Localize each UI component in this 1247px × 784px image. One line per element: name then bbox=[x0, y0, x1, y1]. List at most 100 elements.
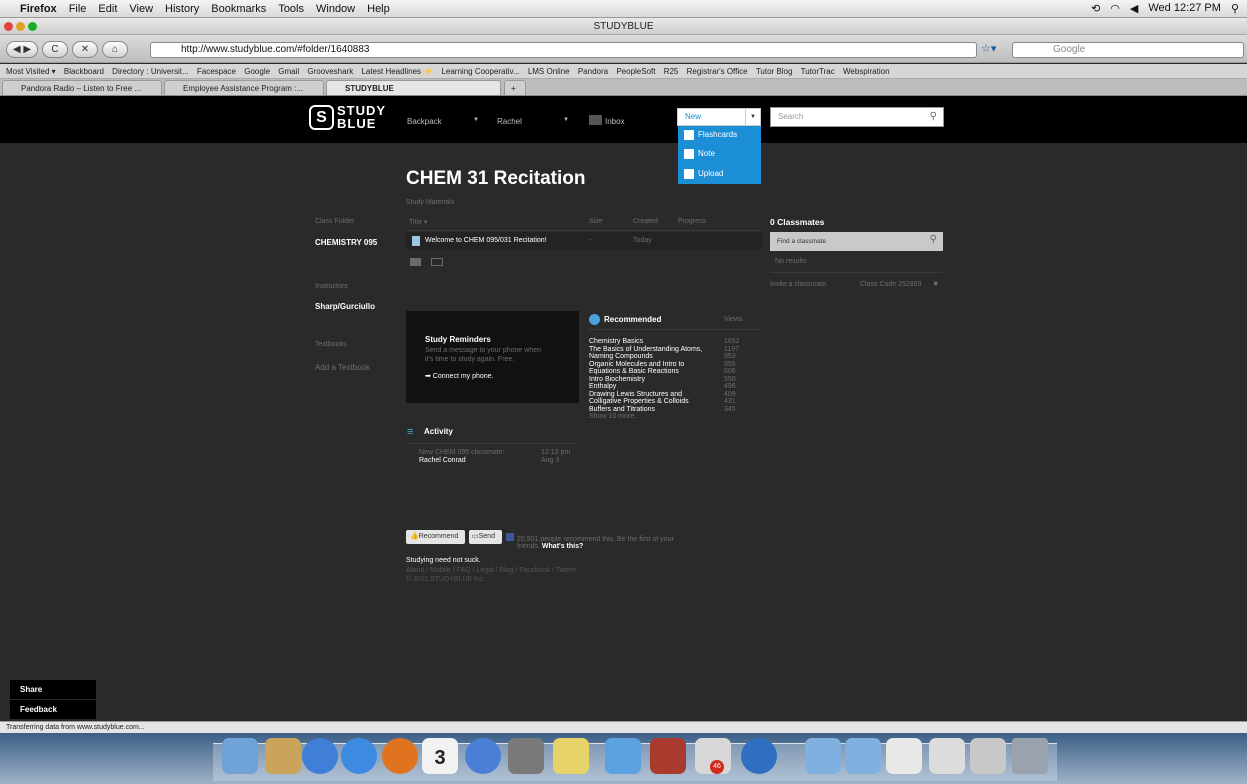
applications-folder-icon[interactable] bbox=[805, 738, 841, 774]
reload-button[interactable]: C bbox=[42, 41, 68, 58]
downloads-stack-icon[interactable] bbox=[970, 738, 1006, 774]
column-size[interactable]: Size bbox=[589, 218, 603, 225]
volume-icon[interactable]: ◀ bbox=[1130, 2, 1138, 15]
document-stack-icon[interactable] bbox=[886, 738, 922, 774]
bookmark-item[interactable]: R25 bbox=[664, 67, 679, 76]
ical-icon[interactable]: 46 bbox=[695, 738, 731, 774]
chevron-down-icon[interactable]: ▼ bbox=[563, 117, 569, 123]
connect-phone-link[interactable]: ➡ Connect my phone. bbox=[425, 372, 494, 380]
home-button[interactable]: ⌂ bbox=[102, 41, 128, 58]
search-icon[interactable]: ⚲ bbox=[930, 234, 937, 245]
minimize-window-icon[interactable] bbox=[16, 22, 25, 31]
bookmark-item[interactable]: Tutor Blog bbox=[756, 67, 793, 76]
menu-file[interactable]: File bbox=[69, 3, 87, 15]
new-tab-button[interactable]: + bbox=[504, 80, 526, 95]
menu-window[interactable]: Window bbox=[316, 3, 355, 15]
menu-history[interactable]: History bbox=[165, 3, 199, 15]
nav-backpack[interactable]: Backpack bbox=[407, 117, 442, 126]
tab-pandora[interactable]: Pandora Radio – Listen to Free ... bbox=[2, 80, 162, 95]
whats-this-link[interactable]: What's this? bbox=[542, 543, 583, 550]
table-row[interactable]: Welcome to CHEM 095/031 Recitation! - To… bbox=[406, 232, 762, 250]
column-progress[interactable]: Progress bbox=[678, 218, 706, 225]
find-classmate-input[interactable]: Find a classmate ⚲ bbox=[770, 232, 943, 251]
tab-employee-assistance[interactable]: Employee Assistance Program :... bbox=[164, 80, 324, 95]
list-item[interactable]: Organic Molecules and Intro to bbox=[589, 361, 739, 369]
bookmark-item[interactable]: Directory : Universit... bbox=[112, 67, 188, 76]
menu-view[interactable]: View bbox=[129, 3, 153, 15]
safari-icon[interactable] bbox=[341, 738, 377, 774]
feedback-tab[interactable]: Feedback bbox=[10, 700, 96, 719]
list-item[interactable]: Naming Compounds bbox=[589, 353, 739, 361]
bookmark-item[interactable]: Webspiration bbox=[843, 67, 890, 76]
bookmark-item[interactable]: Registrar's Office bbox=[687, 67, 748, 76]
close-window-icon[interactable] bbox=[4, 22, 13, 31]
new-upload-item[interactable]: Upload bbox=[684, 166, 723, 182]
screenshot-stack-icon[interactable] bbox=[929, 738, 965, 774]
add-folder-icon[interactable] bbox=[410, 258, 421, 266]
chevron-down-icon[interactable]: ▼ bbox=[473, 117, 479, 123]
activity-user-link[interactable]: Rachel Conrad bbox=[419, 457, 466, 464]
footer-links[interactable]: About / Mobile / FAQ / Legal / Blog / Fa… bbox=[406, 567, 576, 574]
zoom-window-icon[interactable] bbox=[28, 22, 37, 31]
word-icon[interactable] bbox=[605, 738, 641, 774]
list-item[interactable]: The Basics of Understanding Atoms, bbox=[589, 346, 739, 354]
bookmark-item[interactable]: TutorTrac bbox=[801, 67, 835, 76]
spotlight-icon[interactable]: ⚲ bbox=[1231, 2, 1239, 15]
stickies-icon[interactable] bbox=[553, 738, 589, 774]
tab-studyblue[interactable]: STUDYBLUE bbox=[326, 80, 501, 95]
bookmark-star-icon[interactable]: ☆▾ bbox=[981, 42, 996, 55]
studyblue-logo[interactable]: S STUDY BLUE bbox=[309, 104, 389, 132]
bookmark-item[interactable]: LMS Online bbox=[528, 67, 570, 76]
site-search-input[interactable]: Search ⚲ bbox=[770, 107, 944, 127]
add-flashcards-icon[interactable] bbox=[431, 258, 443, 266]
bookmark-item[interactable]: Grooveshark bbox=[307, 67, 353, 76]
search-icon[interactable]: ⚲ bbox=[930, 108, 937, 126]
menu-edit[interactable]: Edit bbox=[98, 3, 117, 15]
bookmark-item[interactable]: Google bbox=[244, 67, 270, 76]
bookmark-item[interactable]: PeopleSoft bbox=[616, 67, 655, 76]
menu-app-name[interactable]: Firefox bbox=[20, 3, 57, 15]
preview-icon[interactable] bbox=[508, 738, 544, 774]
menubar-clock[interactable]: Wed 12:27 PM bbox=[1148, 2, 1221, 15]
stop-button[interactable]: ✕ bbox=[72, 41, 98, 58]
itunes-icon[interactable] bbox=[465, 738, 501, 774]
firefox-icon[interactable] bbox=[382, 738, 418, 774]
ichat-icon[interactable] bbox=[302, 738, 338, 774]
lightbulb-icon[interactable]: ● bbox=[933, 278, 938, 288]
menu-bookmarks[interactable]: Bookmarks bbox=[211, 3, 266, 15]
list-item[interactable]: Intro Biochemistry bbox=[589, 376, 739, 384]
address-book-icon[interactable] bbox=[265, 738, 301, 774]
column-title[interactable]: Title ▾ bbox=[409, 218, 427, 226]
new-note-item[interactable]: Note bbox=[684, 146, 715, 162]
browser-search-input[interactable]: Google bbox=[1012, 42, 1244, 58]
file-title[interactable]: Welcome to CHEM 095/031 Recitation! bbox=[425, 237, 547, 244]
bookmark-item[interactable]: Latest Headlines ⚡ bbox=[361, 67, 433, 76]
list-item[interactable]: Enthalpy bbox=[589, 383, 739, 391]
send-button[interactable]: ▭Send bbox=[469, 530, 502, 544]
list-item[interactable]: Drawing Lewis Structures and bbox=[589, 391, 739, 399]
bookmark-item[interactable]: Learning Cooperativ... bbox=[441, 67, 519, 76]
menu-help[interactable]: Help bbox=[367, 3, 390, 15]
show-more-link[interactable]: Show 10 more. bbox=[589, 413, 739, 421]
bookmark-item[interactable]: Facespace bbox=[197, 67, 236, 76]
calendar-icon[interactable]: 3 bbox=[422, 738, 458, 774]
list-item[interactable]: Equations & Basic Reactions bbox=[589, 368, 739, 376]
thunderbird-icon[interactable] bbox=[741, 738, 777, 774]
column-created[interactable]: Created bbox=[633, 218, 658, 225]
share-tab[interactable]: Share bbox=[10, 680, 96, 699]
new-flashcards-item[interactable]: Flashcards bbox=[684, 127, 737, 143]
add-textbook-link[interactable]: Add a Textbook bbox=[315, 363, 370, 372]
new-dropdown-button[interactable]: New ▼ bbox=[677, 108, 761, 126]
list-item[interactable]: Colligative Properties & Colloids bbox=[589, 398, 739, 406]
bookmark-item[interactable]: Gmail bbox=[278, 67, 299, 76]
nav-user[interactable]: Rachel bbox=[497, 117, 522, 126]
bookmark-item[interactable]: Pandora bbox=[578, 67, 608, 76]
dictionary-icon[interactable] bbox=[650, 738, 686, 774]
recommend-button[interactable]: 👍Recommend bbox=[406, 530, 465, 544]
bookmark-item[interactable]: Blackboard bbox=[64, 67, 104, 76]
documents-folder-icon[interactable] bbox=[845, 738, 881, 774]
list-item[interactable]: Chemistry Basics bbox=[589, 338, 739, 346]
finder-icon[interactable] bbox=[222, 738, 258, 774]
class-folder-name[interactable]: CHEMISTRY 095 bbox=[315, 238, 377, 247]
url-input[interactable]: http://www.studyblue.com/#folder/1640883 bbox=[150, 42, 977, 58]
